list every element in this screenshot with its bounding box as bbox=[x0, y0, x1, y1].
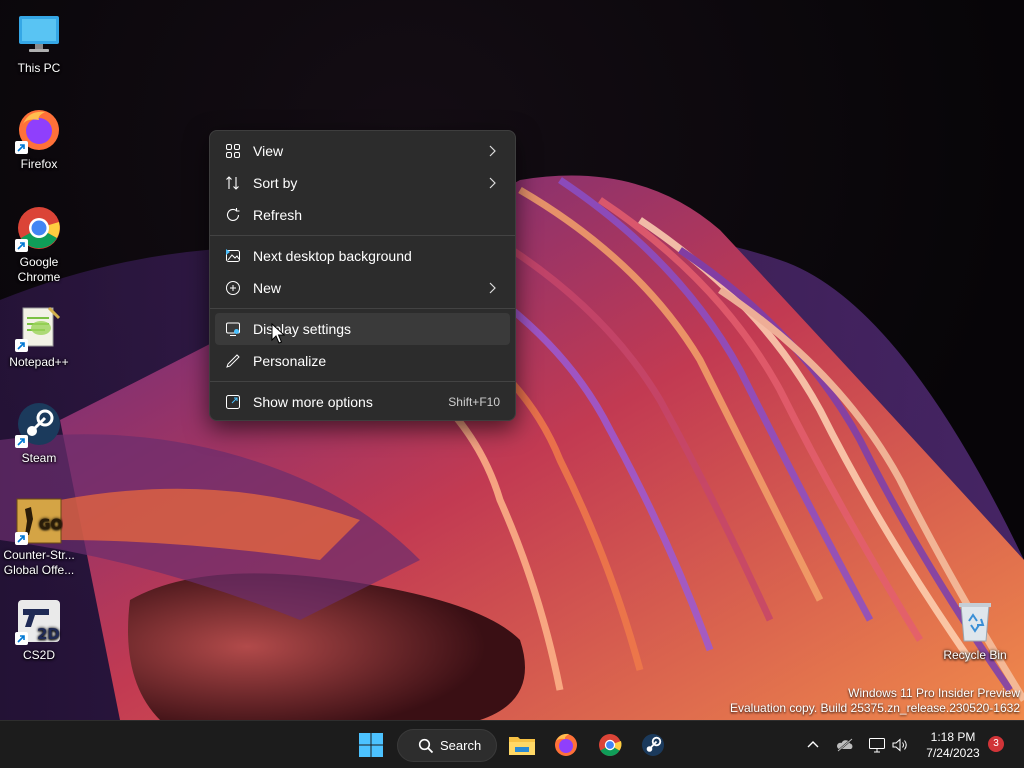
desktop[interactable]: This PC Firefox Google Chrome Notepad++ … bbox=[0, 0, 1024, 720]
taskbar-search-button[interactable]: Search bbox=[397, 729, 497, 762]
menu-item-next-desktop-background[interactable]: Next desktop background bbox=[215, 240, 510, 272]
clock-time: 1:18 PM bbox=[930, 730, 976, 744]
menu-item-label: Next desktop background bbox=[253, 248, 412, 264]
chevron-right-icon bbox=[489, 282, 496, 294]
menu-separator bbox=[210, 381, 515, 382]
svg-text:2D: 2D bbox=[37, 625, 60, 643]
desktop-icon-label: CS2D bbox=[22, 648, 55, 662]
notification-count-badge[interactable]: 3 bbox=[988, 736, 1004, 752]
desktop-icon-recycle-bin[interactable]: Recycle Bin bbox=[937, 597, 1013, 663]
menu-separator bbox=[210, 308, 515, 309]
display-icon bbox=[226, 322, 240, 336]
desktop-icon-cs2d[interactable]: 2D CS2D bbox=[1, 597, 77, 663]
taskbar: Search 1:18 PM 7/24/2023 bbox=[0, 720, 1024, 768]
clock-date: 7/24/2023 bbox=[926, 746, 980, 760]
menu-item-personalize[interactable]: Personalize bbox=[215, 345, 510, 377]
firefox-icon bbox=[555, 733, 577, 756]
menu-item-new[interactable]: New bbox=[215, 272, 510, 304]
file-explorer-icon bbox=[509, 737, 535, 755]
recycle-bin-icon bbox=[959, 603, 991, 642]
taskbar-chrome[interactable] bbox=[594, 729, 626, 761]
menu-item-label: Sort by bbox=[253, 175, 298, 191]
menu-item-label: View bbox=[253, 143, 284, 159]
search-label: Search bbox=[440, 738, 482, 753]
watermark-line-1: Windows 11 Pro Insider Preview bbox=[848, 686, 1020, 700]
desktop-icon-label: Steam bbox=[21, 451, 57, 465]
taskbar-firefox[interactable] bbox=[550, 729, 582, 761]
search-icon bbox=[418, 738, 434, 753]
plus-circle-icon bbox=[226, 281, 240, 295]
shortcut-arrow-icon bbox=[15, 339, 28, 352]
menu-item-refresh[interactable]: Refresh bbox=[215, 199, 510, 231]
chrome-icon bbox=[599, 734, 622, 756]
menu-item-show-more-options[interactable]: Show more options Shift+F10 bbox=[215, 386, 510, 418]
menu-item-view[interactable]: View bbox=[215, 135, 510, 167]
mouse-cursor-icon bbox=[271, 323, 285, 344]
shortcut-arrow-icon bbox=[15, 632, 28, 645]
network-icon bbox=[869, 738, 885, 753]
taskbar-steam[interactable] bbox=[637, 729, 669, 761]
chevron-right-icon bbox=[489, 145, 496, 157]
desktop-icon-csgo[interactable]: GO Counter-Str... Global Offe... bbox=[0, 497, 78, 578]
menu-separator bbox=[210, 235, 515, 236]
windows-watermark: Windows 11 Pro Insider Preview Evaluatio… bbox=[730, 686, 1020, 716]
shortcut-arrow-icon bbox=[15, 435, 28, 448]
desktop-icon-label: Google Chrome bbox=[17, 255, 61, 284]
desktop-icon-this-pc[interactable]: This PC bbox=[1, 10, 77, 76]
tray-volume[interactable] bbox=[890, 735, 910, 755]
taskbar-clock[interactable]: 1:18 PM 7/24/2023 bbox=[918, 729, 988, 761]
menu-item-label: Personalize bbox=[253, 353, 327, 369]
monitor-icon bbox=[19, 16, 59, 52]
onedrive-icon bbox=[837, 738, 853, 752]
grid-view-icon bbox=[226, 144, 240, 158]
desktop-icon-label: Firefox bbox=[20, 157, 58, 171]
more-options-icon bbox=[226, 395, 240, 409]
sort-icon bbox=[226, 176, 239, 190]
desktop-icon-label: Notepad++ bbox=[9, 355, 69, 369]
tray-network[interactable] bbox=[867, 735, 887, 755]
taskbar-file-explorer[interactable] bbox=[506, 729, 538, 761]
menu-item-label: New bbox=[253, 280, 282, 296]
desktop-icon-label: Recycle Bin bbox=[943, 648, 1007, 662]
start-icon bbox=[359, 733, 383, 757]
menu-item-display-settings[interactable]: Display settings bbox=[215, 313, 510, 345]
next-background-icon bbox=[226, 249, 240, 262]
menu-item-label: Show more options bbox=[253, 394, 373, 410]
tray-onedrive[interactable] bbox=[835, 735, 855, 755]
desktop-icon-notepad-plus-plus[interactable]: Notepad++ bbox=[1, 304, 77, 370]
chevron-right-icon bbox=[489, 177, 496, 189]
shortcut-arrow-icon bbox=[15, 239, 28, 252]
menu-item-sort-by[interactable]: Sort by bbox=[215, 167, 510, 199]
menu-item-label: Display settings bbox=[253, 321, 352, 337]
shortcut-arrow-icon bbox=[15, 532, 28, 545]
desktop-icon-label: Counter-Str... Global Offe... bbox=[3, 548, 75, 577]
shortcut-arrow-icon bbox=[15, 141, 28, 154]
desktop-icon-steam[interactable]: Steam bbox=[1, 400, 77, 466]
start-button[interactable] bbox=[355, 729, 387, 761]
refresh-icon bbox=[226, 208, 240, 221]
desktop-icon-chrome[interactable]: Google Chrome bbox=[1, 204, 77, 285]
desktop-icon-firefox[interactable]: Firefox bbox=[1, 106, 77, 172]
accelerator-label: Shift+F10 bbox=[448, 395, 500, 409]
show-hidden-icons-button[interactable] bbox=[803, 735, 823, 755]
svg-text:GO: GO bbox=[39, 517, 62, 533]
watermark-line-2: Evaluation copy. Build 25375.zn_release.… bbox=[730, 701, 1020, 715]
desktop-icon-label: This PC bbox=[17, 61, 61, 75]
volume-icon bbox=[892, 738, 907, 752]
steam-icon bbox=[642, 734, 664, 756]
menu-item-label: Refresh bbox=[253, 207, 303, 223]
chevron-up-icon bbox=[807, 741, 819, 748]
desktop-context-menu: View Sort by Refresh Next desktop backgr… bbox=[209, 130, 516, 421]
pen-icon bbox=[226, 354, 240, 368]
